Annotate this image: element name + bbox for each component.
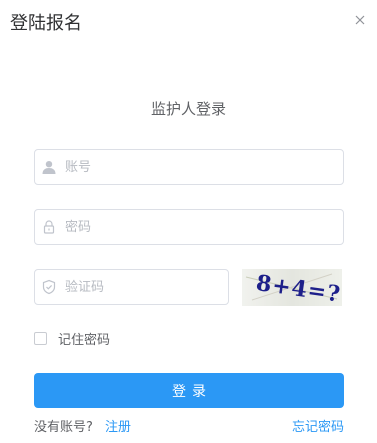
close-icon[interactable] xyxy=(352,12,368,28)
login-button[interactable]: 登录 xyxy=(34,373,344,408)
no-account-text: 没有账号? xyxy=(34,420,93,435)
user-icon xyxy=(41,159,57,175)
account-input[interactable] xyxy=(65,150,335,184)
captcha-image[interactable]: 8+4=? xyxy=(242,269,342,306)
remember-checkbox[interactable] xyxy=(34,331,47,345)
password-field[interactable] xyxy=(34,209,344,245)
form-title: 监护人登录 xyxy=(150,100,226,118)
remember-label: 记住密码 xyxy=(58,332,111,348)
footer-links: 没有账号? 注册 忘记密码 xyxy=(34,418,344,438)
forgot-password-link[interactable]: 忘记密码 xyxy=(292,418,344,438)
register-link[interactable]: 注册 xyxy=(105,420,131,435)
account-field[interactable] xyxy=(34,149,344,185)
lock-icon xyxy=(41,219,57,235)
captcha-field[interactable] xyxy=(34,269,229,305)
remember-password[interactable]: 记住密码 xyxy=(34,329,111,348)
shield-check-icon xyxy=(41,279,57,295)
login-dialog: 登陆报名 监护人登录 账号 验证码 8+4=? 记住密码 登录 没有账号? 注册… xyxy=(0,0,377,443)
password-input[interactable] xyxy=(65,210,335,244)
dialog-title: 登陆报名 xyxy=(10,13,82,34)
captcha-input[interactable] xyxy=(65,270,220,304)
